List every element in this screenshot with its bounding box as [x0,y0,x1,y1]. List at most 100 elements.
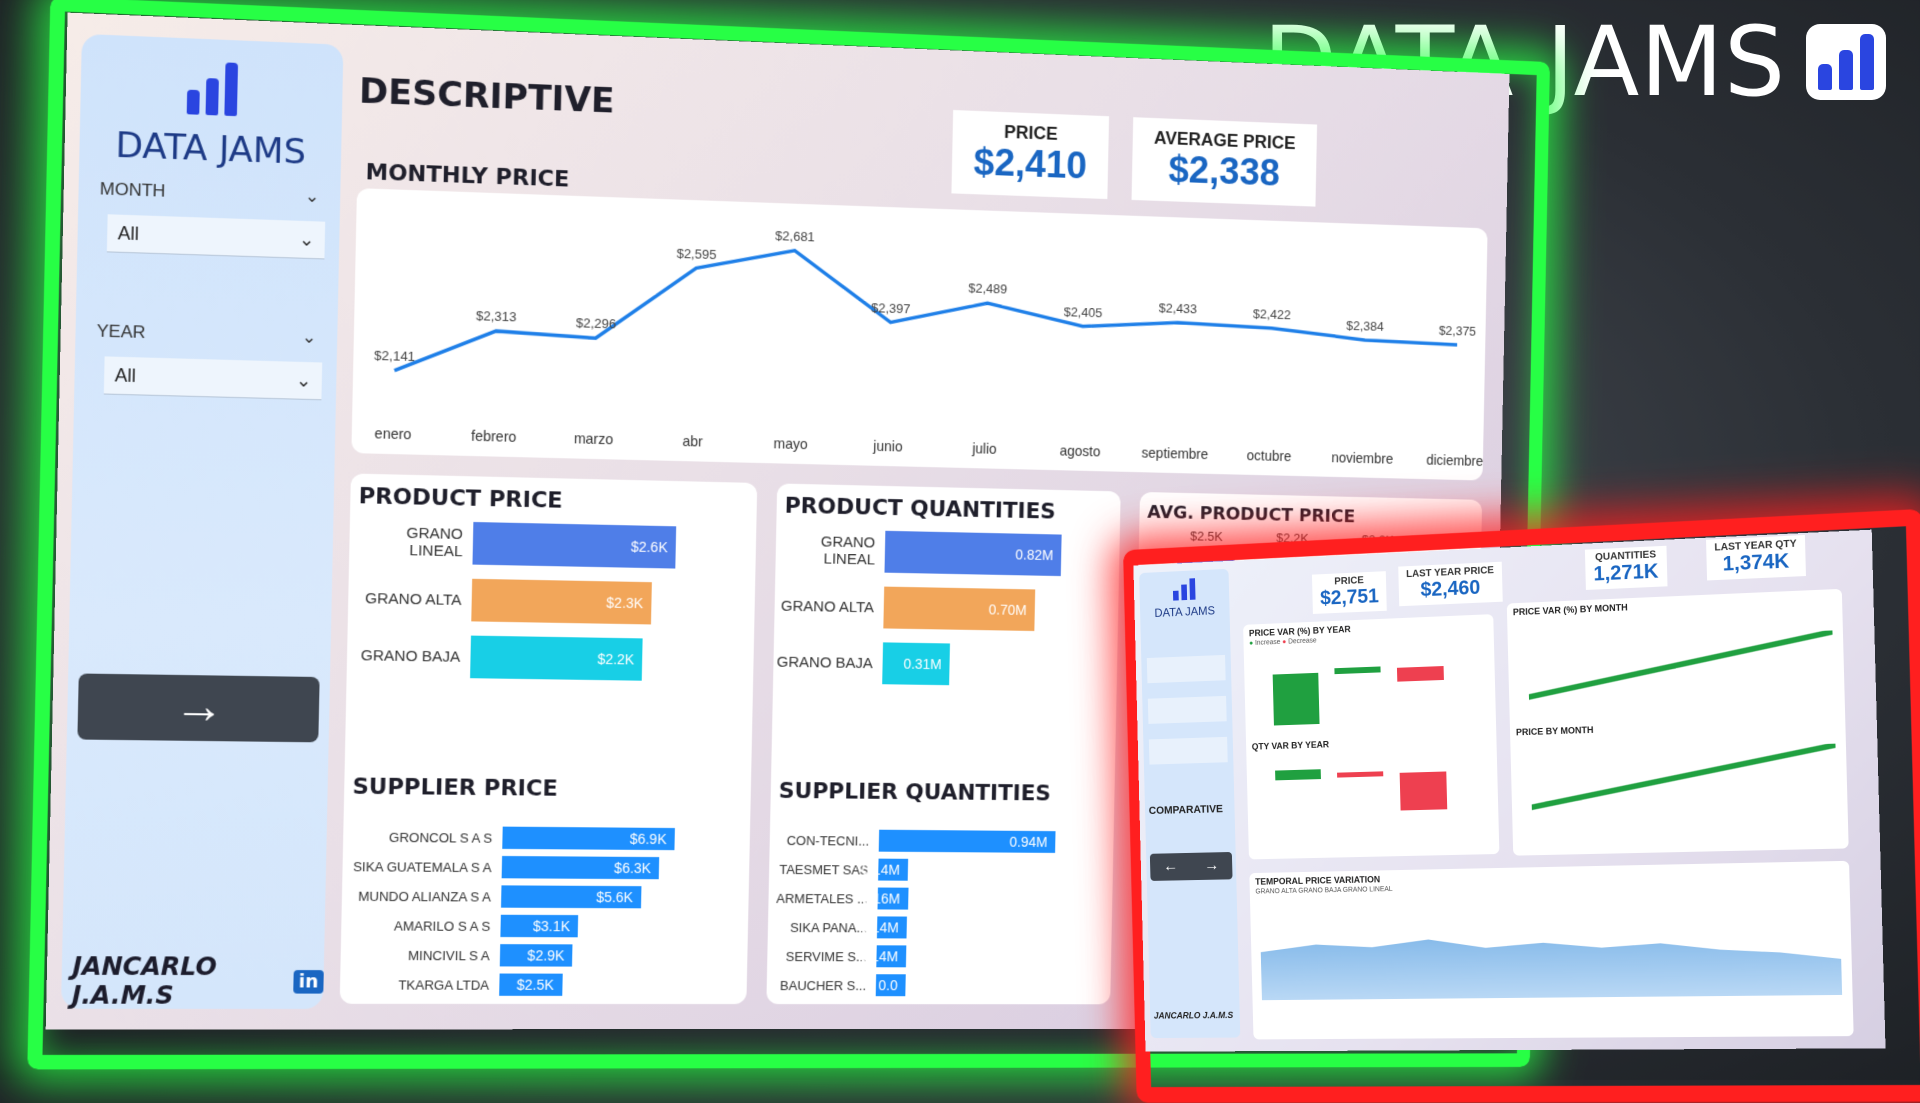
bar: $2.3K [471,578,652,625]
waterfall-bar [1334,666,1381,675]
bar-row: TKARGA LTDA $2.5K [340,963,563,1006]
page-nav-buttons: ← → [1149,851,1233,881]
bar-row: BAUCHER S... 0.0 [766,964,906,1006]
month-select[interactable]: All ⌄ [106,214,326,260]
bar-row: GRANO ALTA $2.3K [348,576,652,625]
year-select-value: All [114,364,137,386]
monthly-price-card: MONTHLY PRICE $2,141 enero $2,313 febrero $2… [351,160,1488,481]
bar-chart-logo-icon [1806,24,1886,100]
area-chart [1260,923,1842,1000]
comparative-dashboard: DATA JAMS COMPARATIVE ← → JANCARLO J.A.M.… [1133,529,1886,1052]
kpi-average-price: AVERAGE PRICE $2,338 [1131,117,1317,207]
data-label: $2,313 [476,308,517,324]
comparative-sidebar: DATA JAMS COMPARATIVE ← → JANCARLO J.A.M.… [1139,568,1241,1039]
data-label: $2,595 [676,246,716,262]
card-title: TEMPORAL PRICE VARIATION [1255,874,1381,887]
kpi-average-price-value: $2,338 [1168,149,1281,195]
data-label: $2,397 [871,300,910,316]
data-label: $2,384 [1346,318,1384,334]
x-tick-label: mayo [774,436,808,453]
bar-value-label: $2.5K [1190,528,1223,544]
arrow-left-icon[interactable]: ← [1163,858,1178,876]
legend: GRANO ALTA GRANO BAJA GRANO LINEAL [1255,886,1393,896]
comparative-filter-1[interactable] [1146,654,1226,684]
bar-category-label: SIKA GUATEMALA S A [352,858,492,875]
month-select-value: All [117,222,140,244]
bar-category-label: GRANO LINEAL [820,533,876,569]
bar-category-label: GRANO BAJA [776,653,873,672]
bar-category-label: GRANO BAJA [360,646,461,666]
bar-row: GRANO ALTA 0.70M [774,585,1035,632]
kpi-value: 1,374K [1722,550,1790,576]
x-tick-label: marzo [574,431,614,448]
comparative-section-label: COMPARATIVE [1148,803,1224,817]
supplier-price-title: SUPPLIER PRICE [352,774,558,802]
waterfall-bar [1272,672,1320,726]
bar-row: GRANO BAJA 0.31M [773,641,951,686]
bar-chart-logo-icon [186,61,239,117]
linkedin-icon[interactable]: in [293,969,324,994]
x-tick-label: agosto [1060,444,1101,461]
comparative-filter-3[interactable] [1148,736,1228,765]
card-title: PRICE VAR (%) BY MONTH [1512,602,1628,618]
waterfall-bar [1337,771,1384,778]
bar: 0.70M [883,586,1035,632]
x-tick-label: diciembre [1426,453,1483,470]
x-tick-label: octubre [1247,448,1292,465]
chevron-down-icon: ⌄ [295,369,312,391]
supplier-price-chart: GRONCOL S A S $6.9K SIKA GUATEMALA S A $6.3… [351,473,757,996]
arrow-right-icon[interactable]: → [1204,857,1219,875]
chevron-down-icon: ⌄ [298,228,315,250]
bar-row: GRANO LINEAL 0.82M [775,528,1062,577]
supplier-quantities-chart: CON-TECNI... 0.94M TAESMET SAS 0.14M ARMETAL… [776,483,1120,997]
year-select[interactable]: All ⌄ [103,356,323,401]
waterfall-bar [1399,771,1448,811]
comparative-logo: DATA JAMS [1139,577,1229,621]
kpi-value: $2,460 [1420,576,1481,602]
waterfall-bar [1275,769,1321,781]
monthly-price-line [394,237,1458,400]
x-tick-label: noviembre [1331,451,1393,468]
x-tick-label: febrero [471,429,517,446]
card-title: PRICE BY MONTH [1515,724,1594,738]
author-name: JANCARLO J.A.M.S [71,952,218,1010]
sidebar-logo-text: DATA JAMS [115,124,307,173]
comparative-filter-2[interactable] [1147,695,1227,724]
card-title: QTY VAR BY YEAR [1251,739,1330,752]
bar-category-label: BAUCHER S... [779,977,867,993]
legend-decrease: Decrease [1288,637,1317,646]
data-label: $2,433 [1159,301,1198,317]
kpi-price: PRICE $2,410 [951,109,1110,200]
next-page-button[interactable]: → [77,673,320,743]
kpi-value: $2,751 [1319,585,1380,610]
product-quantities-chart: GRANO LINEAL 0.82M GRANO ALTA 0.70M GRANO BA… [777,483,1120,686]
month-filter: MONTH ⌄ All ⌄ [92,168,326,260]
product-quantities-title: PRODUCT QUANTITIES [784,493,1056,525]
sidebar-logo: DATA JAMS [79,57,343,175]
bar-category-label: GRANO ALTA [365,589,462,609]
comparative-author: JANCARLO J.A.M.S [1153,1010,1234,1021]
x-tick-label: abr [682,434,703,450]
x-tick-label: julio [971,441,997,457]
x-tick-label: junio [872,439,903,455]
monthly-price-chart: $2,141 enero $2,313 febrero $2,296 marzo $2,59… [374,228,1483,470]
monthly-price-title: MONTHLY PRICE [365,159,570,193]
bar-category-label: AMARILO S A S [393,917,491,934]
legend-increase: Increase [1254,638,1281,647]
comparative-logo-text: DATA JAMS [1154,603,1216,620]
chevron-down-icon[interactable]: ⌄ [305,186,320,207]
bar-category-label: TKARGA LTDA [398,976,490,993]
bar-category-label: CON-TECNI... [786,832,870,849]
page-title: DESCRIPTIVE [358,70,615,122]
data-label: $2,422 [1253,306,1291,322]
data-label: $2,375 [1439,323,1477,339]
supplier-quantities-title: SUPPLIER QUANTITIES [778,778,1052,807]
comparative-kpi-quantities: QUANTITIES 1,271K [1584,545,1668,590]
sidebar: DATA JAMS MONTH ⌄ All ⌄ YEAR ⌄ All ⌄ → JANCA… [60,33,344,1010]
chevron-down-icon[interactable]: ⌄ [302,327,317,348]
price-var-by-year-card: PRICE VAR (%) BY YEAR ● Increase ● Decre… [1243,614,1500,860]
temporal-price-variation-card: TEMPORAL PRICE VARIATION GRANO ALTA GRAN… [1249,860,1854,1040]
bar: $2.5K [499,973,563,996]
comparative-kpi-last-year-price: LAST YEAR PRICE $2,460 [1398,561,1503,607]
data-label: $2,296 [576,316,617,332]
